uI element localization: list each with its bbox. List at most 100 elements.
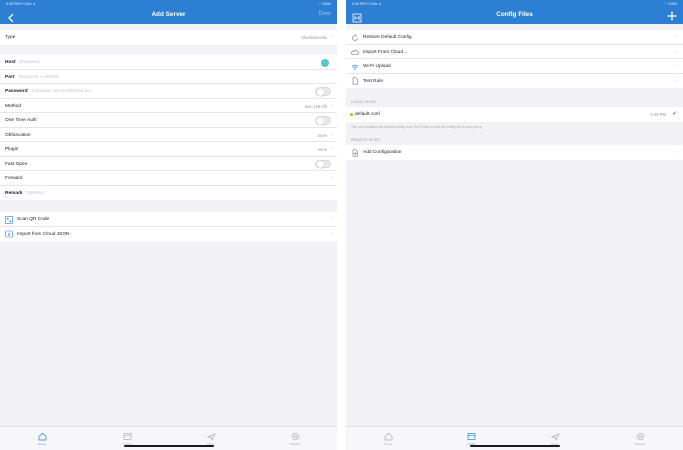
forward-label: Forward	[5, 176, 23, 181]
plugin-label: Plugin	[5, 147, 19, 152]
status-battery: ⌔ 100%	[317, 2, 331, 6]
plugin-row[interactable]: Plugin none ›	[0, 142, 337, 157]
remark-input[interactable]: Optional	[26, 191, 44, 196]
ota-toggle[interactable]	[315, 116, 331, 125]
port-input[interactable]: Required 1~65535	[19, 75, 59, 80]
host-row[interactable]: Host Required ·	[0, 55, 337, 70]
password-row[interactable]: Password Optional, recommended 16+	[0, 84, 337, 99]
method-row[interactable]: Method aes-128-cfb ›	[0, 99, 337, 113]
gear-icon	[636, 432, 644, 441]
import-json-row[interactable]: Import from Cloud JSON ›	[0, 227, 337, 242]
remote-files-header: REMOTE FILES	[351, 138, 380, 142]
tab-bar: Home Config Proxy Settings	[0, 426, 337, 450]
home-indicator	[469, 444, 560, 447]
obfuscation-value: none	[317, 132, 327, 138]
chevron-right-icon: ›	[330, 34, 332, 40]
obfuscation-label: Obfuscation	[5, 132, 31, 138]
scan-qr-row[interactable]: Scan QR Code ›	[0, 212, 337, 227]
port-label: Port	[5, 74, 15, 80]
restore-default-row[interactable]: Restore Default Config ›	[346, 30, 683, 45]
checkmark-icon: ✔	[672, 111, 677, 117]
config-icon	[467, 433, 475, 440]
page-title: Add Server	[151, 11, 186, 18]
tab-settings-label: Settings	[634, 442, 646, 446]
chevron-right-icon: ›	[676, 63, 678, 69]
chevron-right-icon: ›	[330, 102, 332, 109]
password-label: Password	[5, 89, 28, 94]
tab-settings[interactable]: Settings	[620, 432, 660, 446]
port-row[interactable]: Port Required 1~65535	[0, 70, 337, 84]
remark-label: Remark	[5, 190, 23, 196]
type-section: Type Shadowsocks ›	[0, 30, 337, 45]
restore-icon	[351, 33, 359, 42]
remote-files-section: Add Configuration ›	[346, 145, 683, 160]
tab-home[interactable]: Home	[22, 432, 62, 446]
tab-home-label: Home	[37, 442, 46, 446]
test-rule-label: Test Rule	[363, 78, 383, 84]
remark-row[interactable]: Remark Optional	[0, 186, 337, 201]
import-json-label: Import from Cloud JSON	[17, 231, 70, 237]
home-icon	[384, 432, 392, 441]
local-files-note: The conf contains the default config, us…	[346, 122, 683, 132]
chevron-right-icon: ›	[330, 230, 332, 237]
nav-bar: 9:49 PM Fri Dec 4 ⌔ 100% Add Server Done	[0, 0, 337, 24]
local-files-header: LOCAL FILES	[351, 100, 376, 104]
tab-proxy[interactable]: Proxy	[535, 432, 575, 446]
active-file-dot	[350, 113, 353, 116]
tab-proxy[interactable]: Proxy	[191, 432, 231, 446]
password-visibility-toggle[interactable]	[315, 87, 331, 96]
cloud-import-icon	[5, 230, 13, 238]
add-icon[interactable]	[666, 9, 678, 21]
plane-icon	[550, 433, 560, 441]
nav-bar: 9:49 PM Fri Dec 4 ⌔ 100% Config Files	[346, 0, 683, 24]
status-time: 9:49 PM Fri Dec 4	[352, 2, 381, 6]
wifi-icon	[351, 63, 359, 71]
obfuscation-row[interactable]: Obfuscation none ›	[0, 128, 337, 142]
add-server-pane: 9:49 PM Fri Dec 4 ⌔ 100% Add Server Done…	[0, 0, 337, 450]
ota-label: One Time Auth	[5, 118, 37, 123]
config-file-name: default.conf	[355, 112, 380, 117]
config-file-time: 9:45 PM	[650, 112, 666, 117]
tab-config[interactable]: Config	[107, 432, 147, 446]
chevron-right-icon: ›	[330, 146, 332, 152]
chevron-right-icon: ›	[330, 131, 332, 138]
add-configuration-row[interactable]: Add Configuration ›	[346, 145, 683, 160]
tab-settings-label: Settings	[289, 442, 301, 446]
type-row[interactable]: Type Shadowsocks ›	[0, 30, 337, 45]
chevron-right-icon: ›	[330, 216, 332, 222]
host-label: Host	[5, 60, 16, 65]
local-files-note-text: The conf contains the default config, us…	[351, 125, 483, 129]
chevron-right-icon: ›	[676, 34, 678, 40]
add-document-icon	[351, 149, 359, 157]
config-menu-section: Restore Default Config › Import From Clo…	[346, 30, 683, 88]
tab-settings[interactable]: Settings	[275, 432, 315, 446]
tab-home-label: Home	[383, 442, 392, 446]
status-time: 9:49 PM Fri Dec 4	[6, 2, 35, 6]
config-icon	[123, 433, 131, 440]
forward-row[interactable]: Forward ›	[0, 171, 337, 186]
tab-bar: Home Config Proxy Settings	[346, 426, 683, 450]
import-cloud-label: Import From Cloud...	[363, 49, 407, 55]
home-indicator	[123, 444, 214, 447]
qr-code-icon	[5, 215, 13, 224]
config-file-row[interactable]: default.conf 9:45 PM ✔	[346, 107, 683, 122]
tab-config[interactable]: Config	[451, 432, 491, 446]
wifi-upload-row[interactable]: Wi-Fi Upload ›	[346, 59, 683, 74]
tab-home[interactable]: Home	[368, 432, 408, 446]
import-cloud-row[interactable]: Import From Cloud... ›	[346, 45, 683, 59]
fast-open-row: Fast Open	[0, 157, 337, 171]
host-input[interactable]: Required	[20, 60, 39, 65]
wifi-upload-label: Wi-Fi Upload	[363, 64, 391, 69]
type-value: Shadowsocks	[301, 35, 327, 40]
done-button[interactable]: Done	[319, 11, 331, 17]
add-configuration-label: Add Configuration	[363, 150, 402, 155]
host-action-icon[interactable]: ·	[321, 58, 329, 67]
plane-icon	[206, 433, 216, 441]
chevron-right-icon: ›	[676, 149, 678, 155]
fast-open-toggle[interactable]	[315, 159, 331, 168]
test-rule-row[interactable]: Test Rule ›	[346, 74, 683, 89]
method-label: Method	[5, 103, 21, 109]
home-icon	[38, 432, 46, 441]
password-input[interactable]: Optional, recommended 16+	[32, 89, 93, 94]
method-value: aes-128-cfb	[304, 103, 327, 109]
